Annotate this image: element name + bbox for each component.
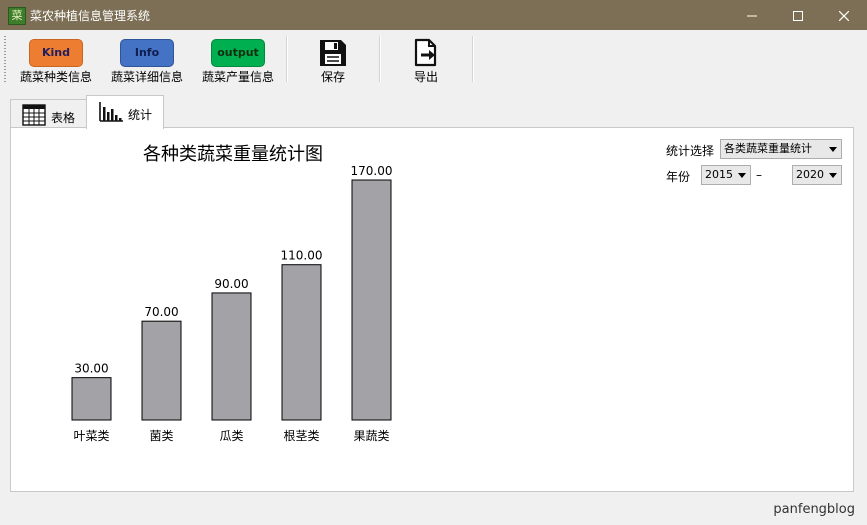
year-range-separator: – xyxy=(756,168,762,182)
save-icon xyxy=(320,40,346,66)
bar-chart: 30.00 叶菜类 70.00 菌类 90.00 瓜类 110.00 根茎类 170.00 果蔬类 xyxy=(71,164,393,443)
chevron-down-icon xyxy=(829,173,837,178)
tab-table-label: 表格 xyxy=(51,111,76,125)
window-title: 菜农种植信息管理系统 xyxy=(30,9,151,23)
chevron-down-icon xyxy=(738,173,746,178)
bar-果蔬类 xyxy=(351,179,392,421)
kind-info-button[interactable]: Kind 蔬菜种类信息 xyxy=(14,34,98,86)
detail-info-label: 蔬菜详细信息 xyxy=(110,70,183,84)
info-badge-icon: Info xyxy=(120,39,174,67)
export-button[interactable]: 导出 xyxy=(396,34,456,86)
category-label: 瓜类 xyxy=(219,429,243,443)
output-badge-icon: output xyxy=(211,39,265,67)
bar-菌类 xyxy=(141,320,182,421)
statistics-panel: 各种类蔬菜重量统计图 30.00 叶菜类 70.00 菌类 90.00 瓜类 110.00 根… xyxy=(10,127,854,492)
status-bar: panfengblog xyxy=(0,495,867,525)
export-label: 导出 xyxy=(413,70,438,84)
toolbar-separator xyxy=(286,36,288,82)
export-icon xyxy=(414,38,437,67)
maximize-button[interactable] xyxy=(775,0,821,30)
table-icon xyxy=(22,104,46,126)
output-info-button[interactable]: output 蔬菜产量信息 xyxy=(196,34,280,86)
year-from-select[interactable]: 2015 xyxy=(701,165,751,185)
kind-info-label: 蔬菜种类信息 xyxy=(19,70,92,84)
year-to-select[interactable]: 2020 xyxy=(792,165,842,185)
minimize-icon xyxy=(747,15,757,16)
tab-statistics-label: 统计 xyxy=(128,108,153,122)
toolbar-grip xyxy=(4,36,6,82)
chevron-down-icon xyxy=(829,147,837,152)
detail-info-button[interactable]: Info 蔬菜详细信息 xyxy=(105,34,189,86)
category-label: 果蔬类 xyxy=(353,429,389,443)
toolbar: Kind 蔬菜种类信息 Info 蔬菜详细信息 output 蔬菜产量信息 保存… xyxy=(0,30,867,88)
bar-value-label: 30.00 xyxy=(74,362,108,376)
close-button[interactable] xyxy=(821,0,867,30)
bar-瓜类 xyxy=(211,292,252,421)
tab-table[interactable]: 表格 xyxy=(10,99,87,128)
save-button[interactable]: 保存 xyxy=(303,34,363,86)
bar-根茎类 xyxy=(281,264,322,421)
output-info-label: 蔬菜产量信息 xyxy=(201,70,274,84)
maximize-icon xyxy=(793,10,803,21)
minimize-button[interactable] xyxy=(729,0,775,30)
bar-叶菜类 xyxy=(71,377,112,421)
year-to-value: 2020 xyxy=(796,168,824,181)
category-label: 叶菜类 xyxy=(73,429,109,443)
toolbar-separator xyxy=(472,36,474,82)
toolbar-separator xyxy=(379,36,381,82)
title-bar: 菜 菜农种植信息管理系统 xyxy=(0,0,867,30)
tab-statistics[interactable]: 统计 xyxy=(86,95,164,129)
app-icon: 菜 xyxy=(8,7,26,25)
stat-type-value: 各类蔬菜重量统计 xyxy=(724,142,812,155)
year-label: 年份 xyxy=(666,170,691,184)
bar-value-label: 90.00 xyxy=(214,277,248,291)
bar-value-label: 70.00 xyxy=(144,305,178,319)
close-icon xyxy=(838,10,850,21)
kind-badge-icon: Kind xyxy=(29,39,83,67)
category-label: 根茎类 xyxy=(283,429,319,443)
save-label: 保存 xyxy=(320,70,345,84)
category-label: 菌类 xyxy=(149,429,173,443)
status-text: panfengblog xyxy=(773,502,855,517)
bar-value-label: 110.00 xyxy=(281,249,323,263)
stat-type-select[interactable]: 各类蔬菜重量统计 xyxy=(720,139,842,159)
year-from-value: 2015 xyxy=(705,168,733,181)
stat-select-label: 统计选择 xyxy=(666,144,715,158)
bar-chart-icon xyxy=(99,102,123,122)
bar-value-label: 170.00 xyxy=(351,164,393,178)
